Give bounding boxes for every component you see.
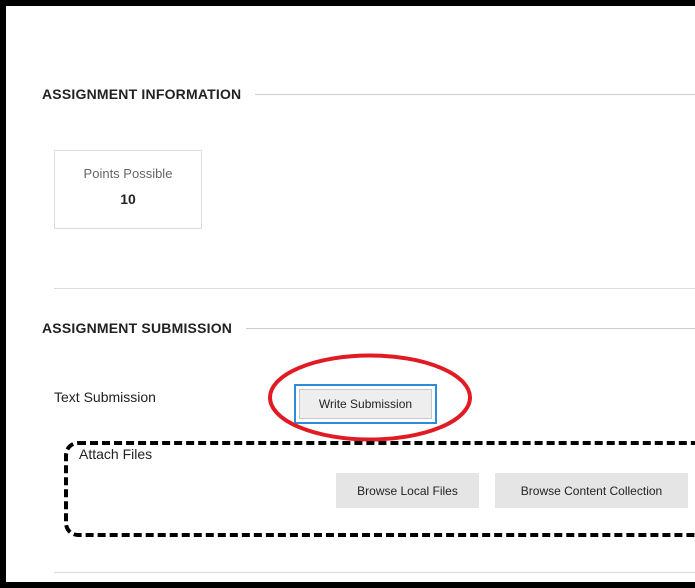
assignment-submission-header: ASSIGNMENT SUBMISSION	[42, 320, 695, 336]
bottom-divider	[54, 572, 695, 573]
assignment-information-header: ASSIGNMENT INFORMATION	[42, 86, 695, 102]
text-submission-label: Text Submission	[54, 389, 156, 405]
points-possible-value: 10	[120, 191, 136, 207]
section-divider	[54, 288, 695, 289]
header-rule	[255, 93, 695, 95]
points-possible-card: Points Possible 10	[54, 150, 202, 229]
section-title: ASSIGNMENT SUBMISSION	[42, 320, 233, 336]
section-title: ASSIGNMENT INFORMATION	[42, 86, 242, 102]
header-rule	[246, 327, 695, 329]
write-submission-button-label: Write Submission	[299, 389, 432, 419]
browse-local-files-button[interactable]: Browse Local Files	[336, 473, 479, 508]
write-submission-button[interactable]: Write Submission	[294, 384, 437, 424]
browse-content-collection-button[interactable]: Browse Content Collection	[495, 473, 688, 508]
points-possible-label: Points Possible	[83, 166, 173, 181]
attach-files-label: Attach Files	[79, 446, 153, 462]
